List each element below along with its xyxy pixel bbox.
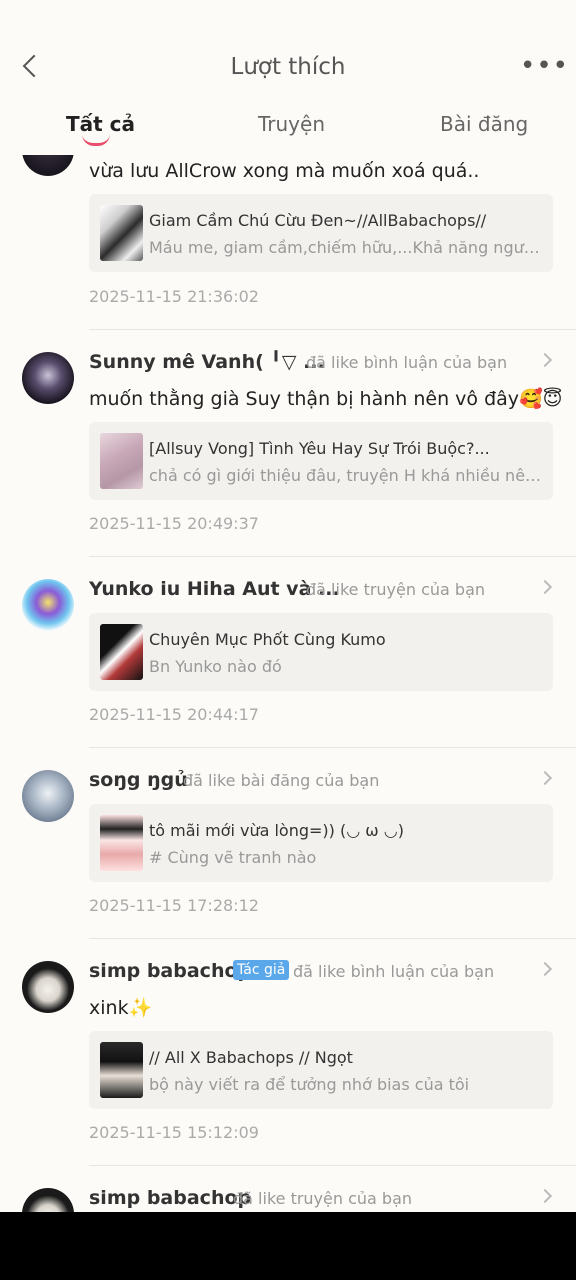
action-text: đã like truyện của bạn xyxy=(306,580,486,599)
story-card[interactable]: Giam Cầm Chú Cừu Đen~//AllBabachops// Má… xyxy=(89,194,553,272)
divider xyxy=(89,747,576,748)
timestamp: 2025-11-15 17:28:12 xyxy=(89,896,259,915)
card-subtitle: Máu me, giam cầm,chiếm hữu,...Khả năng n… xyxy=(149,238,543,257)
story-card[interactable]: // All X Babachops // Ngọt bộ này viết r… xyxy=(89,1031,553,1109)
system-navigation-bar xyxy=(0,1212,576,1280)
action-text: đã like bình luận của bạn xyxy=(293,962,495,981)
card-subtitle: # Cùng vẽ tranh nào xyxy=(149,848,317,867)
avatar[interactable] xyxy=(22,579,74,631)
post-card[interactable]: tô mãi mới vừa lòng=)) (◡ ω ◡) # Cùng vẽ… xyxy=(89,804,553,882)
chevron-right-icon[interactable] xyxy=(537,579,553,595)
comment-text: xink✨ xyxy=(89,997,153,1019)
tab-bar: Tất cả Truyện Bài đăng xyxy=(0,112,576,152)
card-title: Giam Cầm Chú Cừu Đen~//AllBabachops// xyxy=(149,211,487,230)
page-title: Lượt thích xyxy=(230,54,346,80)
user-name[interactable]: soŋg ŋgủ xyxy=(89,769,188,791)
top-bar: Lượt thích ••• Tất cả Truyện Bài đăng xyxy=(0,0,576,155)
divider xyxy=(89,329,576,330)
chevron-right-icon[interactable] xyxy=(537,352,553,368)
divider xyxy=(89,1165,576,1166)
card-subtitle: Bn Yunko nào đó xyxy=(149,657,282,676)
comment-text: muốn thằng già Suy thận bị hành nên vô đ… xyxy=(89,388,563,410)
timestamp: 2025-11-15 15:12:09 xyxy=(89,1123,259,1142)
user-name[interactable]: simp babachop xyxy=(89,960,251,982)
story-card[interactable]: [Allsuy Vong] Tình Yêu Hay Sự Trói Buộc?… xyxy=(89,422,553,500)
card-title: [Allsuy Vong] Tình Yêu Hay Sự Trói Buộc?… xyxy=(149,439,490,458)
story-thumbnail xyxy=(100,624,143,680)
card-subtitle: bộ này viết ra để tưởng nhớ bias của tôi xyxy=(149,1075,470,1094)
user-name[interactable]: Sunny mê Vanh( ╹▽ ... xyxy=(89,351,325,373)
tab-stories[interactable]: Truyện xyxy=(258,112,325,136)
timestamp: 2025-11-15 20:49:37 xyxy=(89,514,259,533)
tab-posts[interactable]: Bài đăng xyxy=(440,112,528,136)
story-card[interactable]: Chuyên Mục Phốt Cùng Kumo Bn Yunko nào đ… xyxy=(89,613,553,691)
card-subtitle: chả có gì giới thiệu đâu, truyện H khá n… xyxy=(149,466,543,485)
card-title: // All X Babachops // Ngọt xyxy=(149,1048,353,1067)
tab-all[interactable]: Tất cả xyxy=(66,112,135,136)
action-text: đã like bài đăng của bạn xyxy=(183,771,380,790)
divider xyxy=(89,556,576,557)
divider xyxy=(89,938,576,939)
card-title: Chuyên Mục Phốt Cùng Kumo xyxy=(149,630,386,649)
avatar[interactable] xyxy=(22,770,74,822)
story-thumbnail xyxy=(100,1042,143,1098)
card-title: tô mãi mới vừa lòng=)) (◡ ω ◡) xyxy=(149,821,404,840)
more-options-icon[interactable]: ••• xyxy=(520,53,568,79)
avatar[interactable] xyxy=(22,352,74,404)
action-text: đã like truyện của bạn xyxy=(233,1189,413,1208)
action-text: đã like bình luận của bạn xyxy=(306,353,508,372)
chevron-right-icon[interactable] xyxy=(537,1188,553,1204)
post-thumbnail xyxy=(100,815,143,871)
user-name[interactable]: simp babachop xyxy=(89,1187,251,1209)
story-thumbnail xyxy=(100,433,143,489)
author-badge: Tác giả xyxy=(233,960,290,980)
user-name[interactable]: Yunko iu Hiha Aut và ... xyxy=(89,578,340,600)
comment-text: vừa lưu AllCrow xong mà muốn xoá quá.. xyxy=(89,160,480,182)
chevron-right-icon[interactable] xyxy=(537,770,553,786)
timestamp: 2025-11-15 20:44:17 xyxy=(89,705,259,724)
story-thumbnail xyxy=(100,205,143,261)
timestamp: 2025-11-15 21:36:02 xyxy=(89,287,259,306)
avatar[interactable] xyxy=(22,961,74,1013)
chevron-right-icon[interactable] xyxy=(537,961,553,977)
